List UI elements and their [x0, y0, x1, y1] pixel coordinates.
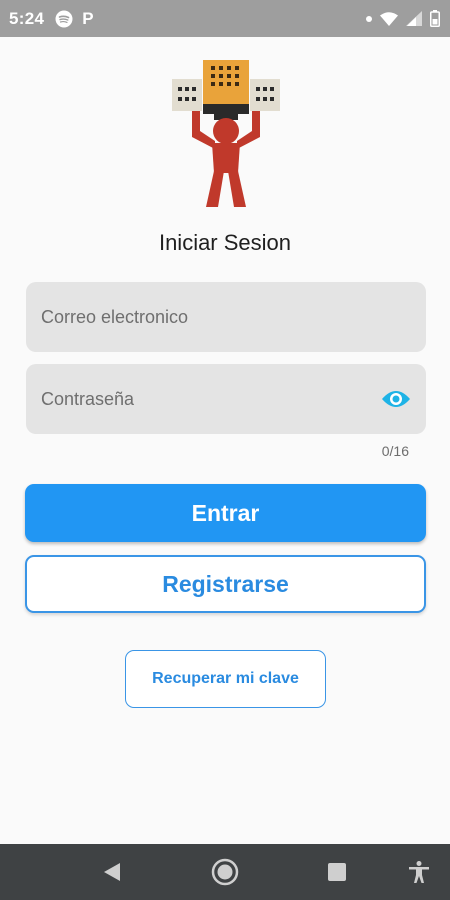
email-input[interactable]	[41, 306, 361, 328]
notification-dot-icon	[366, 15, 372, 22]
password-field[interactable]	[26, 364, 426, 434]
login-button[interactable]: Entrar	[25, 484, 426, 542]
back-button[interactable]	[96, 844, 128, 900]
home-button[interactable]	[208, 844, 242, 900]
recover-password-button[interactable]: Recuperar mi clave	[125, 650, 326, 708]
system-nav-bar	[0, 844, 450, 900]
register-button[interactable]: Registrarse	[25, 555, 426, 613]
password-input[interactable]	[41, 388, 361, 410]
app-logo	[170, 57, 282, 212]
status-time: 5:24	[9, 8, 45, 28]
wifi-icon	[380, 11, 398, 26]
status-right-group	[366, 0, 440, 37]
back-icon	[104, 863, 120, 881]
eye-icon[interactable]	[381, 387, 411, 411]
accessibility-button[interactable]	[406, 844, 432, 900]
page-title: Iniciar Sesion	[158, 230, 292, 255]
email-field[interactable]	[26, 282, 426, 352]
building-lifting-person-logo	[172, 60, 280, 207]
accessibility-icon	[409, 861, 429, 883]
home-icon	[211, 858, 239, 886]
parking-app-icon: P	[82, 8, 94, 28]
recents-icon	[328, 863, 346, 881]
spotify-icon	[55, 10, 73, 28]
status-bar: 5:24 P	[0, 0, 450, 37]
signal-icon	[406, 11, 422, 26]
recents-button[interactable]	[324, 844, 350, 900]
battery-icon	[430, 10, 440, 27]
password-char-counter: 0/16	[381, 443, 409, 459]
